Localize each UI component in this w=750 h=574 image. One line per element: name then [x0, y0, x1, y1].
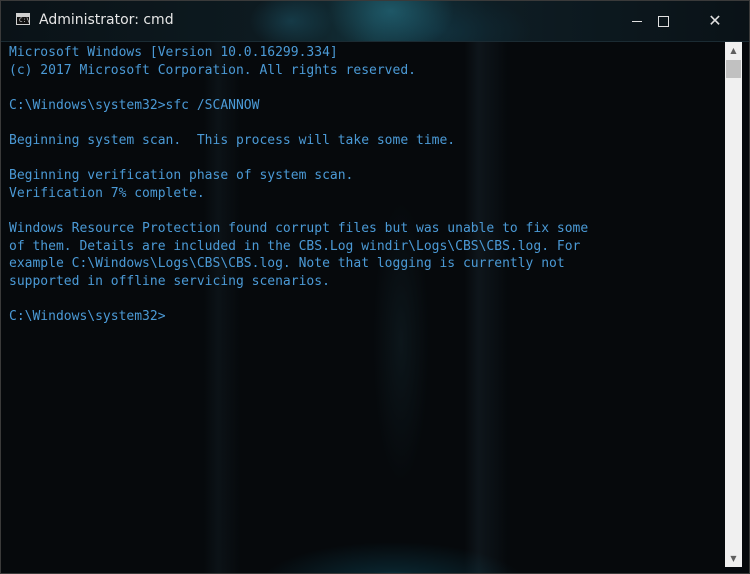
- console-line: Beginning verification phase of system s…: [9, 168, 354, 184]
- console-line: supported in offline servicing scenarios…: [9, 273, 330, 289]
- scroll-thumb[interactable]: [726, 60, 741, 78]
- console-line: Beginning system scan. This process will…: [9, 132, 456, 148]
- close-icon: ✕: [708, 11, 722, 30]
- console-line: Verification 7% complete.: [9, 185, 205, 201]
- console-line: of them. Details are included in the CBS…: [9, 238, 581, 254]
- console-text: Microsoft Windows [Version 10.0.16299.33…: [9, 44, 588, 326]
- window-right-edge: [742, 42, 749, 573]
- scroll-up-arrow-icon[interactable]: ▲: [725, 42, 742, 59]
- cmd-window: C:\ Administrator: cmd ✕ Microsoft Windo…: [0, 0, 750, 574]
- console-line: Windows Resource Protection found corrup…: [9, 220, 589, 236]
- close-button[interactable]: ✕: [691, 1, 739, 41]
- console-line: example C:\Windows\Logs\CBS\CBS.log. Not…: [9, 256, 565, 272]
- title-bar[interactable]: C:\ Administrator: cmd ✕: [1, 1, 749, 42]
- console-output-area[interactable]: Microsoft Windows [Version 10.0.16299.33…: [1, 42, 725, 573]
- vertical-scrollbar[interactable]: ▲ ▼: [725, 42, 742, 567]
- maximize-button[interactable]: [639, 1, 687, 41]
- console-line: C:\Windows\system32>: [9, 308, 166, 324]
- console-line: C:\Windows\system32>sfc /SCANNOW: [9, 97, 260, 113]
- console-line: (c) 2017 Microsoft Corporation. All righ…: [9, 62, 416, 78]
- window-title: Administrator: cmd: [39, 12, 174, 28]
- console-line: Microsoft Windows [Version 10.0.16299.33…: [9, 45, 338, 60]
- maximize-icon: [657, 15, 669, 27]
- cmd-console-icon[interactable]: C:\: [16, 13, 30, 25]
- scroll-down-arrow-icon[interactable]: ▼: [725, 550, 742, 567]
